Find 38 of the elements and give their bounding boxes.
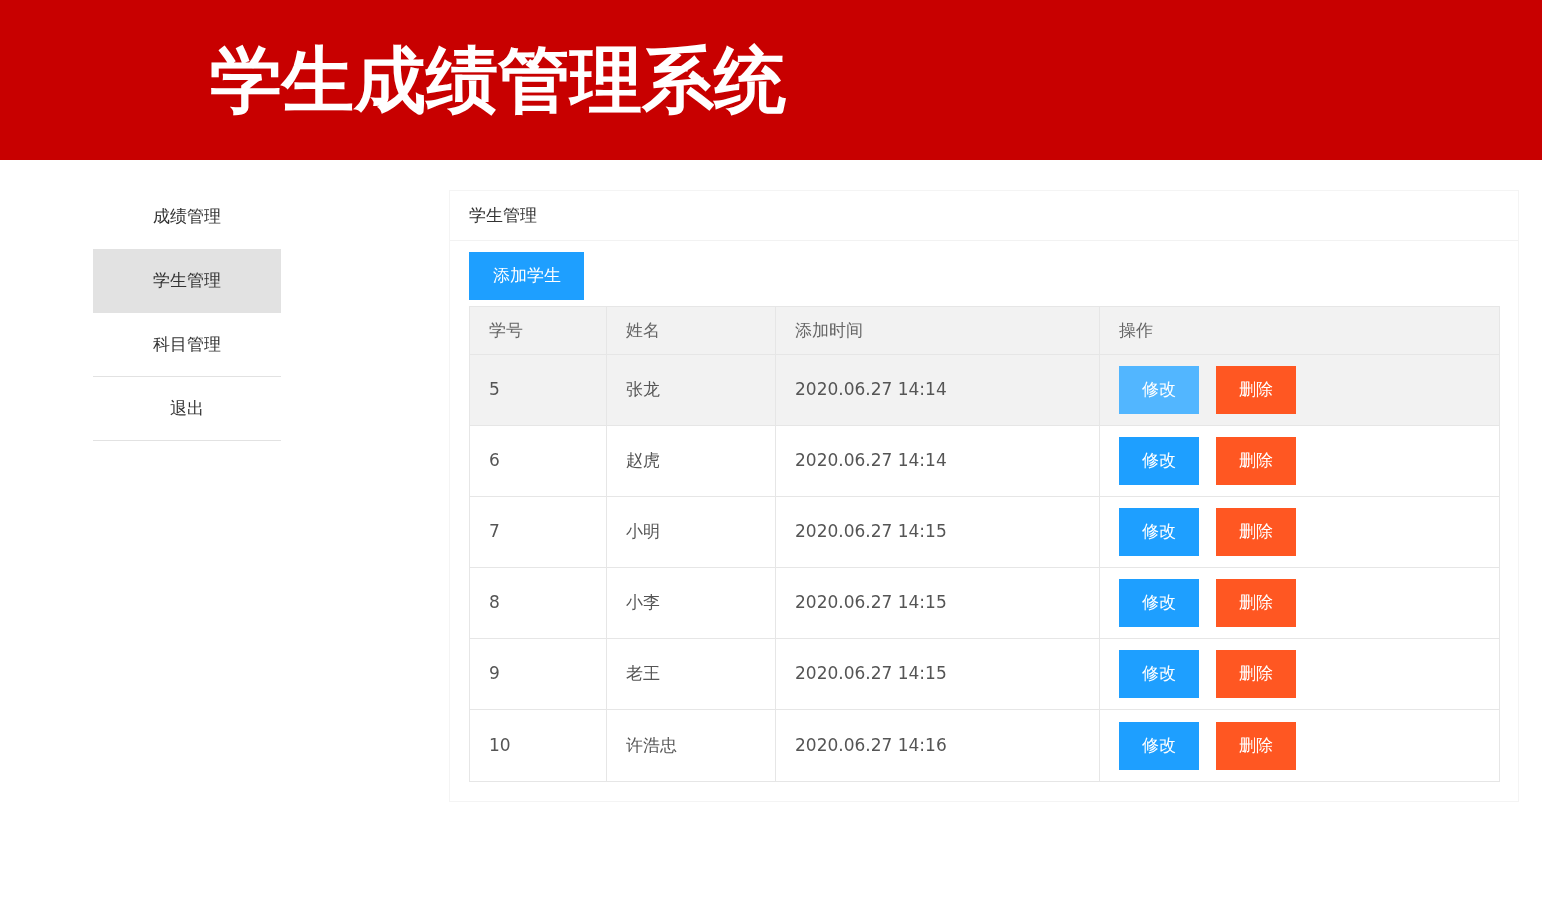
edit-button[interactable]: 修改 [1119, 579, 1199, 627]
sidebar-item[interactable]: 学生管理 [93, 249, 281, 313]
table-cell: 2020.06.27 14:15 [776, 568, 1100, 638]
table-cell: 8 [470, 568, 607, 638]
table-cell: 10 [470, 710, 607, 781]
table-cell: 2020.06.27 14:15 [776, 497, 1100, 567]
column-header: 学号 [470, 307, 607, 354]
table-cell: 6 [470, 426, 607, 496]
table-cell: 2020.06.27 14:14 [776, 355, 1100, 425]
site-title: 学生成绩管理系统 [210, 36, 787, 124]
table-cell: 2020.06.27 14:15 [776, 639, 1100, 709]
table-cell: 许浩忠 [607, 710, 776, 781]
table-cell: 张龙 [607, 355, 776, 425]
edit-button[interactable]: 修改 [1119, 721, 1199, 770]
edit-button[interactable]: 修改 [1119, 508, 1199, 556]
column-header: 操作 [1118, 318, 1154, 342]
table-cell: 7 [470, 497, 607, 567]
delete-button[interactable]: 删除 [1216, 721, 1296, 770]
delete-button[interactable]: 删除 [1216, 650, 1296, 698]
delete-button[interactable]: 删除 [1216, 437, 1296, 485]
column-header: 姓名 [607, 307, 776, 354]
edit-button[interactable]: 修改 [1119, 366, 1199, 414]
column-header: 添加时间 [776, 307, 1100, 354]
table-cell: 赵虎 [607, 426, 776, 496]
delete-button[interactable]: 删除 [1216, 579, 1296, 627]
delete-button[interactable]: 删除 [1216, 366, 1296, 414]
table-cell: 9 [470, 639, 607, 709]
table-cell: 小李 [607, 568, 776, 638]
table-cell: 2020.06.27 14:16 [776, 710, 1100, 781]
table-cell: 2020.06.27 14:14 [776, 426, 1100, 496]
panel-title: 学生管理 [469, 203, 537, 227]
edit-button[interactable]: 修改 [1119, 437, 1199, 485]
edit-button[interactable]: 修改 [1119, 650, 1199, 698]
add-student-button[interactable]: 添加学生 [469, 252, 584, 300]
delete-button[interactable]: 删除 [1216, 508, 1296, 556]
table-cell: 小明 [607, 497, 776, 567]
table-cell: 老王 [607, 639, 776, 709]
table-cell: 5 [470, 355, 607, 425]
